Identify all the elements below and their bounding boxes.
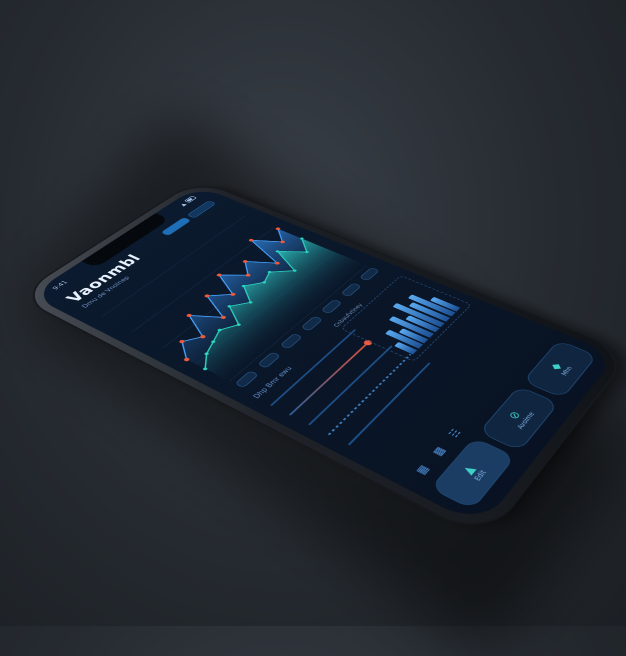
phone-screen: 9:41 ▲ Vaonmbl Dmu de Vnoinep Dhp Bmr ew…: [29, 185, 617, 527]
dock-button-avoime[interactable]: ⊘ Avoime: [478, 385, 559, 452]
phone-body: 9:41 ▲ Vaonmbl Dmu de Vnoinep Dhp Bmr ew…: [17, 180, 626, 539]
apps-icon[interactable]: ☷: [445, 426, 466, 441]
status-time: 9:41: [50, 279, 69, 291]
signal-icon: ▲: [178, 202, 188, 207]
dock-button-mhn[interactable]: ◆ Mhn: [522, 339, 598, 399]
diamond-icon: ◆: [547, 361, 565, 372]
battery-icon: [184, 195, 197, 203]
stage: 9:41 ▲ Vaonmbl Dmu de Vnoinep Dhp Bmr ew…: [0, 0, 626, 626]
chart-icon[interactable]: ▩: [429, 444, 451, 460]
status-icons: ▲: [178, 195, 197, 207]
grid-icon[interactable]: ▦: [412, 462, 434, 478]
